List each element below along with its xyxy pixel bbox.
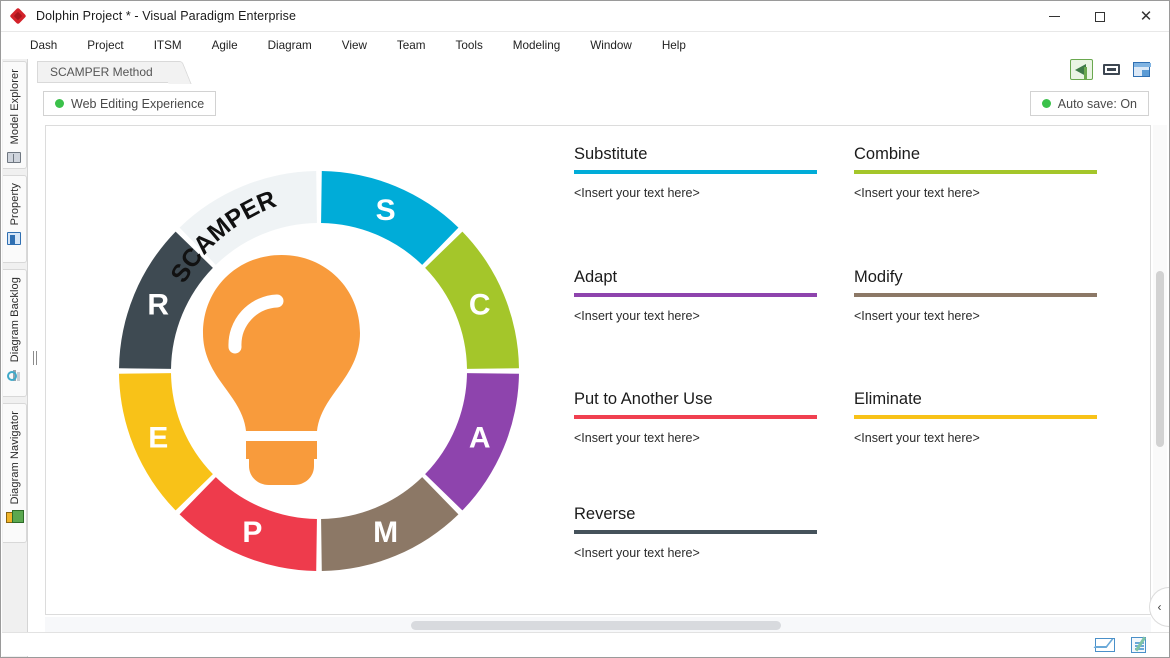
- menu-item-view[interactable]: View: [327, 36, 382, 55]
- breadcrumb-label: SCAMPER Method: [50, 65, 153, 79]
- section-reverse[interactable]: Reverse <Insert your text here>: [574, 504, 817, 560]
- wheel-letter-C: C: [469, 288, 491, 321]
- fit-to-screen-icon[interactable]: [1100, 59, 1123, 80]
- section-title: Eliminate: [854, 390, 922, 408]
- diagram-canvas[interactable]: SCAMPER SCAMPER Substitute <Insert your …: [45, 125, 1151, 615]
- section-text[interactable]: <Insert your text here>: [574, 186, 817, 200]
- diamond-logo-icon: [9, 7, 27, 25]
- menu-item-project[interactable]: Project: [72, 36, 138, 55]
- section-put-to-another-use[interactable]: Put to Another Use <Insert your text her…: [574, 389, 817, 445]
- menu-item-agile[interactable]: Agile: [197, 36, 253, 55]
- horizontal-scrollbar[interactable]: [45, 617, 1151, 633]
- menu-item-team[interactable]: Team: [382, 36, 441, 55]
- section-rule: [574, 293, 817, 297]
- section-rule: [574, 170, 817, 174]
- chevron-left-icon: ‹: [1157, 600, 1162, 614]
- wheel-letter-E: E: [148, 422, 168, 455]
- menu-item-diagram[interactable]: Diagram: [253, 36, 327, 55]
- section-rule: [854, 293, 1097, 297]
- breadcrumb-bar: SCAMPER Method: [29, 59, 1169, 85]
- auto-save-label: Auto save: On: [1057, 96, 1137, 111]
- section-title: Modify: [854, 268, 903, 286]
- sidebar-item-property[interactable]: Property: [3, 175, 27, 263]
- section-title: Adapt: [574, 268, 618, 286]
- application-window: Dolphin Project * - Visual Paradigm Ente…: [0, 0, 1170, 658]
- section-text[interactable]: <Insert your text here>: [574, 546, 817, 560]
- section-eliminate[interactable]: Eliminate <Insert your text here>: [854, 389, 1097, 445]
- wheel-letter-M: M: [373, 516, 398, 549]
- model-explorer-icon: [6, 150, 23, 166]
- collapse-panel-button[interactable]: ‹: [1149, 587, 1169, 627]
- sidebar-item-diagram-navigator[interactable]: Diagram Navigator: [3, 403, 27, 543]
- web-editing-label: Web Editing Experience: [71, 96, 205, 111]
- sidebar-item-label: Diagram Backlog: [8, 277, 21, 363]
- web-editing-badge[interactable]: Web Editing Experience: [43, 91, 217, 116]
- menu-item-help[interactable]: Help: [647, 36, 701, 55]
- vertical-scrollbar-thumb[interactable]: [1156, 271, 1164, 447]
- section-rule: [574, 415, 817, 419]
- diagram-toolbar: [1070, 59, 1153, 80]
- section-text[interactable]: <Insert your text here>: [574, 431, 817, 445]
- diagram-navigator-icon: [6, 510, 24, 526]
- section-text[interactable]: <Insert your text here>: [854, 431, 1097, 445]
- lightbulb-icon: [203, 255, 360, 485]
- section-rule: [854, 415, 1097, 419]
- section-text[interactable]: <Insert your text here>: [854, 309, 1097, 323]
- section-combine[interactable]: Combine <Insert your text here>: [854, 144, 1097, 200]
- menu-item-window[interactable]: Window: [575, 36, 647, 55]
- window-controls: ✕: [1031, 1, 1169, 32]
- announce-icon[interactable]: [1070, 59, 1093, 80]
- menu-item-dash[interactable]: Dash: [15, 36, 72, 55]
- wheel-letter-P: P: [242, 516, 262, 549]
- section-title: Put to Another Use: [574, 390, 713, 408]
- wheel-letter-A: A: [469, 422, 491, 455]
- menu-item-itsm[interactable]: ITSM: [139, 36, 197, 55]
- section-substitute[interactable]: Substitute <Insert your text here>: [574, 144, 817, 200]
- sidebar-item-model-explorer[interactable]: Model Explorer: [3, 61, 27, 169]
- menu-bar: Dash Project ITSM Agile Diagram View Tea…: [1, 32, 1169, 59]
- section-text[interactable]: <Insert your text here>: [854, 186, 1097, 200]
- menu-item-modeling[interactable]: Modeling: [498, 36, 575, 55]
- property-icon: [6, 231, 23, 247]
- section-adapt[interactable]: Adapt <Insert your text here>: [574, 267, 817, 323]
- title-bar: Dolphin Project * - Visual Paradigm Ente…: [1, 1, 1169, 32]
- wheel-letter-R: R: [147, 288, 169, 321]
- section-title: Reverse: [574, 505, 636, 523]
- sidebar-item-label: Property: [8, 183, 21, 226]
- panel-resize-grip[interactable]: [33, 351, 39, 365]
- vertical-scrollbar[interactable]: [1153, 125, 1167, 615]
- note-icon[interactable]: [1129, 636, 1149, 653]
- horizontal-scrollbar-thumb[interactable]: [411, 621, 781, 630]
- section-modify[interactable]: Modify <Insert your text here>: [854, 267, 1097, 323]
- section-text[interactable]: <Insert your text here>: [574, 309, 817, 323]
- section-rule: [854, 170, 1097, 174]
- section-title: Substitute: [574, 145, 648, 163]
- auto-save-badge[interactable]: Auto save: On: [1029, 91, 1149, 116]
- wheel-letter-S: S: [376, 194, 396, 227]
- scamper-sections: Substitute <Insert your text here> Combi…: [574, 132, 1144, 612]
- diagram-backlog-icon: [6, 368, 23, 384]
- close-button[interactable]: ✕: [1123, 1, 1169, 32]
- sidebar-item-label: Diagram Navigator: [8, 411, 21, 505]
- section-title: Combine: [854, 145, 921, 163]
- layers-icon[interactable]: [1130, 59, 1153, 80]
- minimize-button[interactable]: [1031, 1, 1077, 32]
- maximize-button[interactable]: [1077, 1, 1123, 32]
- status-dot-icon: [55, 99, 64, 108]
- sidebar-item-diagram-backlog[interactable]: Diagram Backlog: [3, 269, 27, 397]
- breadcrumb[interactable]: SCAMPER Method: [37, 61, 176, 83]
- sidebar-rail: Model Explorer Property Diagram Backlog …: [2, 59, 28, 657]
- sidebar-item-label: Model Explorer: [8, 69, 21, 145]
- section-rule: [574, 530, 817, 534]
- window-title: Dolphin Project * - Visual Paradigm Ente…: [36, 9, 297, 23]
- status-bar: [2, 632, 1169, 656]
- mail-icon[interactable]: [1095, 636, 1115, 653]
- menu-item-tools[interactable]: Tools: [441, 36, 498, 55]
- status-dot-icon: [1041, 99, 1051, 108]
